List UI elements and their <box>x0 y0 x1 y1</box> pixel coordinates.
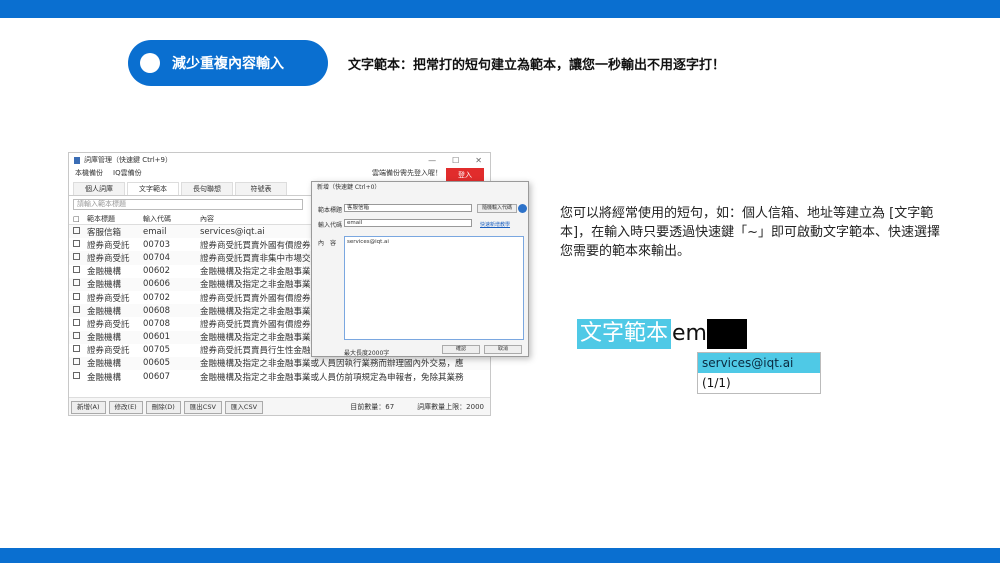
login-button[interactable]: 登入 <box>446 168 484 182</box>
cell-code: 00607 <box>143 371 171 382</box>
table-row[interactable]: 金融機構 00607 金融機構及指定之非金融事業或人員仿前項規定為申報者，免除其業務 <box>69 370 490 383</box>
tab-symbols[interactable]: 符號表 <box>235 182 287 195</box>
cancel-button[interactable]: 取消 <box>484 345 522 354</box>
row-checkbox[interactable] <box>73 305 80 313</box>
import-csv-button[interactable]: 匯入CSV <box>224 400 264 414</box>
cell-code: 00602 <box>143 266 171 277</box>
pill-label: 減少重複內容輸入 <box>172 56 284 72</box>
char-limit-note: 最大長度2000字 <box>344 350 390 357</box>
feature-description: 您可以將經常使用的短句，如：個人信箱、地址等建立為 [文字範本]，在輸入時只要透… <box>560 206 940 259</box>
label-template-title: 範本標題 <box>318 207 343 214</box>
quick-add-tutorial-link[interactable]: 快速新增教學 <box>480 221 510 228</box>
cell-title: 證券商受託 <box>87 293 130 304</box>
cell-code: 00601 <box>143 332 171 343</box>
close-icon[interactable]: ✕ <box>475 156 482 165</box>
top-accent-bar <box>0 0 1000 18</box>
cell-code: 00605 <box>143 358 171 369</box>
cell-title: 客服信箱 <box>87 227 122 238</box>
row-checkbox[interactable] <box>73 318 80 326</box>
suggestion-item[interactable]: services@iqt.ai <box>698 353 820 373</box>
tab-text-template[interactable]: 文字範本 <box>127 182 179 195</box>
row-checkbox[interactable] <box>73 279 80 287</box>
text-cursor-block <box>706 319 747 349</box>
cell-title: 金融機構 <box>87 372 122 383</box>
row-checkbox[interactable] <box>73 226 80 234</box>
cell-code: 00608 <box>143 305 171 316</box>
dialog-title: 新增（快速鍵 Ctrl+0） <box>317 184 381 191</box>
row-checkbox[interactable] <box>73 252 80 260</box>
suggestion-pager: (1/1) <box>702 376 731 390</box>
row-checkbox[interactable] <box>73 345 80 353</box>
cell-title: 證券商受託 <box>87 346 130 357</box>
minimize-icon[interactable]: — <box>428 156 436 165</box>
cell-code: 00704 <box>143 252 171 263</box>
random-code-button[interactable]: 隨機輸入代碼 <box>477 204 517 213</box>
cell-title: 證券商受託 <box>87 319 130 330</box>
cell-title: 證券商受託 <box>87 253 130 264</box>
bottom-toolbar: 新增(A) 修改(E) 刪除(D) 匯出CSV 匯入CSV 目前數量：67 詞庫… <box>69 397 490 415</box>
cell-title: 金融機構 <box>87 333 122 344</box>
cell-code: 00703 <box>143 239 171 250</box>
selected-text: 文字範本 <box>577 319 672 349</box>
column-header-title[interactable]: 範本標題 <box>87 214 143 224</box>
tab-phrase-association[interactable]: 長句聯想 <box>181 182 233 195</box>
maximize-icon[interactable]: ☐ <box>452 156 459 165</box>
cell-title: 金融機構 <box>87 306 122 317</box>
cell-content: 金融機構及指定之非金融事業或人員因執行業務而辦理國內外交易，應 <box>200 359 464 370</box>
tab-personal-lexicon[interactable]: 個人詞庫 <box>73 182 125 195</box>
cloud-notice: 雲端備份需先登入喔！ <box>372 168 442 177</box>
cell-title: 金融機構 <box>87 280 122 291</box>
cell-title: 證券商受託 <box>87 240 130 251</box>
input-code-field[interactable]: email <box>344 219 472 227</box>
autocomplete-popup: services@iqt.ai (1/1) <box>697 352 821 394</box>
label-content: 內 容 <box>318 240 337 247</box>
cell-title: 金融機構 <box>87 267 122 278</box>
cell-title: 金融機構 <box>87 359 122 370</box>
typed-text: em <box>672 321 707 346</box>
item-limit: 詞庫數量上限：2000 <box>417 403 484 411</box>
add-button[interactable]: 新增(A) <box>71 400 106 414</box>
window-titlebar: 詞庫管理（快速鍵 Ctrl+9） — ☐ ✕ <box>69 153 490 167</box>
bottom-accent-bar <box>0 548 1000 563</box>
table-row[interactable]: 金融機構 00605 金融機構及指定之非金融事業或人員因執行業務而辦理國內外交易，應 <box>69 356 490 371</box>
cell-code: 00606 <box>143 279 171 290</box>
row-checkbox[interactable] <box>73 371 80 379</box>
cell-code: 00705 <box>143 345 171 356</box>
circle-bullet-icon <box>140 53 160 73</box>
row-checkbox[interactable] <box>73 239 80 247</box>
menu-cloud-backup[interactable]: IQ雲備份 <box>113 168 142 178</box>
content-textarea[interactable]: services@iqt.ai <box>344 236 524 340</box>
cell-code: 00708 <box>143 318 171 329</box>
add-template-dialog: 新增（快速鍵 Ctrl+0） 範本標題 客服信箱 隨機輸入代碼 輸入代碼 ema… <box>311 181 529 357</box>
cell-code: email <box>143 226 167 237</box>
window-title: 詞庫管理（快速鍵 Ctrl+9） <box>84 156 172 164</box>
cell-content: 金融機構及指定之非金融事業或人員仿前項規定為申報者，免除其業務 <box>200 372 464 383</box>
row-checkbox[interactable] <box>73 358 80 366</box>
confirm-button[interactable]: 確認 <box>442 345 480 354</box>
menu-local-backup[interactable]: 本機備份 <box>75 168 103 178</box>
row-checkbox[interactable] <box>73 332 80 340</box>
template-title-field[interactable]: 客服信箱 <box>344 204 472 212</box>
export-csv-button[interactable]: 匯出CSV <box>183 400 222 414</box>
item-count: 目前數量：67 <box>350 403 395 411</box>
label-input-code: 輸入代碼 <box>318 222 343 229</box>
edit-button[interactable]: 修改(E) <box>108 400 143 414</box>
template-search-input[interactable]: 請輸入範本標題 <box>73 199 303 210</box>
column-header-code[interactable]: 輸入代碼 <box>143 214 200 224</box>
select-all-checkbox[interactable]: □ <box>73 215 87 223</box>
headline: 文字範本：把常打的短句建立為範本，讓您一秒輸出不用逐字打！ <box>348 58 726 73</box>
menubar: 本機備份 IQ雲備份 雲端備份需先登入喔！ 登入 <box>69 167 490 182</box>
app-icon <box>74 156 80 164</box>
help-icon[interactable] <box>518 204 527 213</box>
delete-button[interactable]: 刪除(D) <box>145 400 181 414</box>
section-pill: 減少重複內容輸入 <box>128 40 328 86</box>
row-checkbox[interactable] <box>73 266 80 274</box>
row-checkbox[interactable] <box>73 292 80 300</box>
window-controls: — ☐ ✕ <box>428 156 490 165</box>
cell-code: 00702 <box>143 292 171 303</box>
typing-demo: 文字範本 em <box>577 319 747 349</box>
